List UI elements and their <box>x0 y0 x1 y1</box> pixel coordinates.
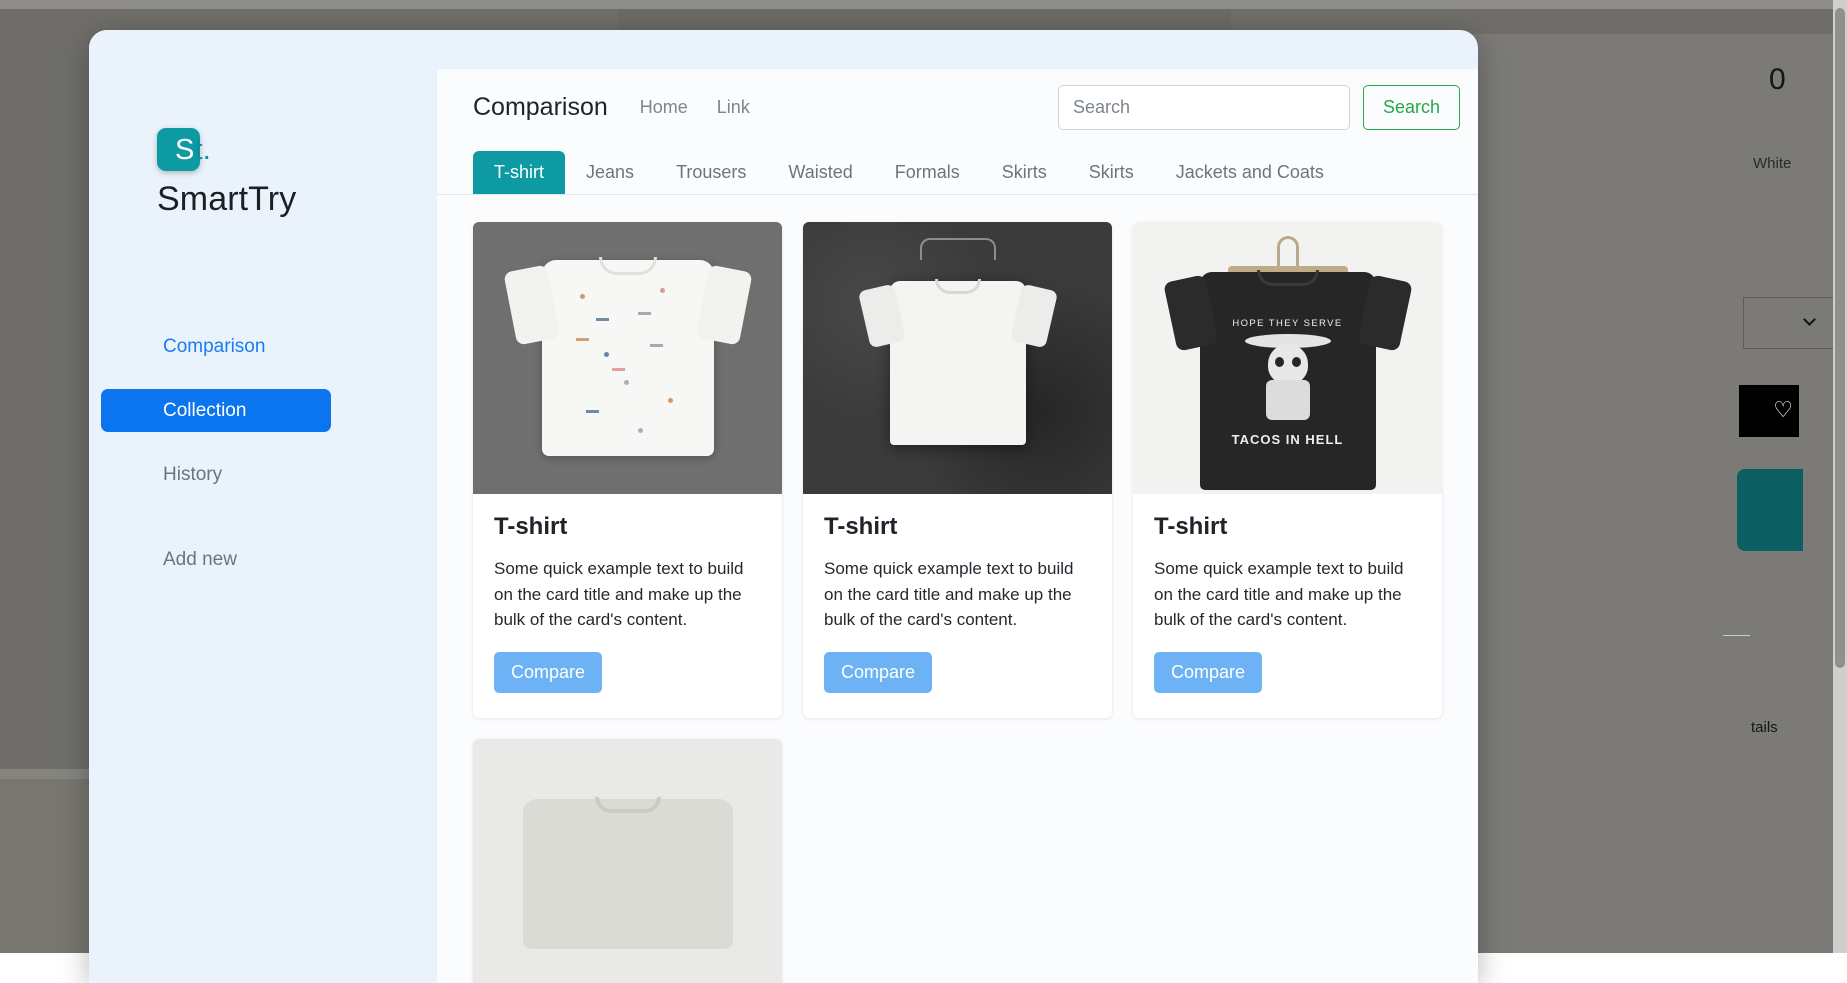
doodle-dot <box>624 380 629 385</box>
doodle-mark <box>576 338 589 341</box>
sidebar: St. SmartTry Comparison Collection Histo… <box>89 30 437 983</box>
product-title: T-shirt <box>1154 513 1421 541</box>
backdrop-color-label: White <box>1753 155 1791 172</box>
sidebar-item-history[interactable]: History <box>101 453 437 496</box>
compare-button[interactable]: Compare <box>824 652 932 693</box>
category-tabs: T-shirt Jeans Trousers Waisted Formals S… <box>437 151 1478 195</box>
product-description: Some quick example text to build on the … <box>494 556 761 633</box>
doodle-mark <box>596 318 609 321</box>
doodle-dot <box>580 294 585 299</box>
backdrop-size-select[interactable] <box>1743 297 1847 349</box>
page-scrollbar-track[interactable] <box>1833 0 1847 953</box>
tshirt-collar <box>599 257 657 275</box>
product-title: T-shirt <box>824 513 1091 541</box>
tshirt-sleeve-left <box>857 284 905 349</box>
product-image-light-grey-tshirt <box>473 739 782 983</box>
backdrop-details-label: tails <box>1751 719 1778 736</box>
tshirt-collar <box>935 279 981 294</box>
navbar-brand[interactable]: Comparison <box>473 93 608 122</box>
product-card[interactable]: T-shirt Some quick example text to build… <box>473 222 782 718</box>
product-title: T-shirt <box>494 513 761 541</box>
tee-graphic-top-text: HOPE THEY SERVE <box>1232 318 1342 329</box>
tshirt-sleeve-right <box>1009 284 1057 349</box>
doodle-mark <box>612 368 625 371</box>
sidebar-item-add-new[interactable]: Add new <box>101 538 437 581</box>
product-card-body: T-shirt Some quick example text to build… <box>473 494 782 718</box>
product-card[interactable]: T-shirt Some quick example text to build… <box>473 739 782 983</box>
tab-jackets-and-coats[interactable]: Jackets and Coats <box>1155 151 1345 194</box>
product-image-black-graphic-tshirt: HOPE THEY SERVE TACOS IN HELL <box>1133 222 1442 494</box>
tshirt-shape: HOPE THEY SERVE TACOS IN HELL <box>1200 272 1376 490</box>
product-description: Some quick example text to build on the … <box>1154 556 1421 633</box>
tee-graphic-bottom-text: TACOS IN HELL <box>1232 432 1344 447</box>
heart-outline-icon: ♡ <box>1773 399 1793 421</box>
product-card-body: T-shirt Some quick example text to build… <box>1133 494 1442 718</box>
logo-mark-s: S <box>175 134 195 166</box>
skeleton-body-icon <box>1266 380 1310 420</box>
navbar: Comparison Home Link Search <box>437 69 1478 145</box>
doodle-mark <box>586 410 599 413</box>
tab-trousers[interactable]: Trousers <box>655 151 767 194</box>
content-pane: Comparison Home Link Search T-shirt Jean… <box>437 69 1478 983</box>
backdrop-wishlist-button[interactable]: ♡ <box>1739 385 1799 437</box>
navbar-links: Home Link <box>640 97 750 118</box>
tshirt-collar <box>1257 270 1319 286</box>
skull-icon <box>1268 344 1308 384</box>
tab-skirts-1[interactable]: Skirts <box>981 151 1068 194</box>
compare-button[interactable]: Compare <box>494 652 602 693</box>
backdrop-product-column: 0 White ♡ tails <box>1723 9 1833 953</box>
product-card-body: T-shirt Some quick example text to build… <box>803 494 1112 718</box>
tshirt-collar <box>595 797 661 813</box>
tshirt-sleeve-right <box>695 264 752 345</box>
product-image-plain-white-tshirt <box>803 222 1112 494</box>
sidebar-nav: Comparison Collection History Add new <box>89 325 437 581</box>
tshirt-sleeve-left <box>1163 274 1219 351</box>
tab-waisted[interactable]: Waisted <box>767 151 873 194</box>
search-button[interactable]: Search <box>1363 85 1460 130</box>
tshirt-sleeve-left <box>503 264 560 345</box>
search-input[interactable] <box>1058 85 1350 130</box>
chevron-down-icon <box>1803 313 1816 326</box>
sidebar-item-comparison[interactable]: Comparison <box>101 325 437 368</box>
tab-t-shirt[interactable]: T-shirt <box>473 151 565 194</box>
logo-mark-t: t. <box>195 134 212 166</box>
product-card[interactable]: T-shirt Some quick example text to build… <box>803 222 1112 718</box>
navbar-link-home[interactable]: Home <box>640 97 688 118</box>
brand-block: St. SmartTry <box>89 128 437 219</box>
product-description: Some quick example text to build on the … <box>824 556 1091 633</box>
hanger-icon <box>920 238 996 260</box>
doodle-dot <box>604 352 609 357</box>
tshirt-sleeve-right <box>1357 274 1413 351</box>
tab-formals[interactable]: Formals <box>874 151 981 194</box>
compare-button[interactable]: Compare <box>1154 652 1262 693</box>
product-card[interactable]: HOPE THEY SERVE TACOS IN HELL T-shirt So… <box>1133 222 1442 718</box>
hanger-hook-icon <box>1277 236 1299 266</box>
sidebar-item-collection[interactable]: Collection <box>101 389 331 432</box>
doodle-mark <box>638 312 651 315</box>
backdrop-primary-button[interactable] <box>1737 469 1803 551</box>
doodle-dot <box>668 398 673 403</box>
doodle-dot <box>660 288 665 293</box>
backdrop-hairline <box>1723 635 1750 636</box>
tshirt-shape <box>523 799 733 949</box>
product-grid: T-shirt Some quick example text to build… <box>437 195 1478 983</box>
product-image-white-doodle-tshirt <box>473 222 782 494</box>
page-scrollbar-thumb[interactable] <box>1835 8 1845 668</box>
backdrop-top-stripe <box>0 0 1835 9</box>
tab-skirts-2[interactable]: Skirts <box>1068 151 1155 194</box>
doodle-dot <box>638 428 643 433</box>
smarttry-modal: St. SmartTry Comparison Collection Histo… <box>89 30 1478 983</box>
search-group: Search <box>1058 85 1460 130</box>
navbar-link-link[interactable]: Link <box>717 97 750 118</box>
tab-jeans[interactable]: Jeans <box>565 151 655 194</box>
tshirt-shape <box>890 281 1026 445</box>
logo-mark: St. <box>175 130 211 170</box>
tshirt-shape <box>542 260 714 456</box>
doodle-mark <box>650 344 663 347</box>
backdrop-price: 0 <box>1769 63 1786 97</box>
